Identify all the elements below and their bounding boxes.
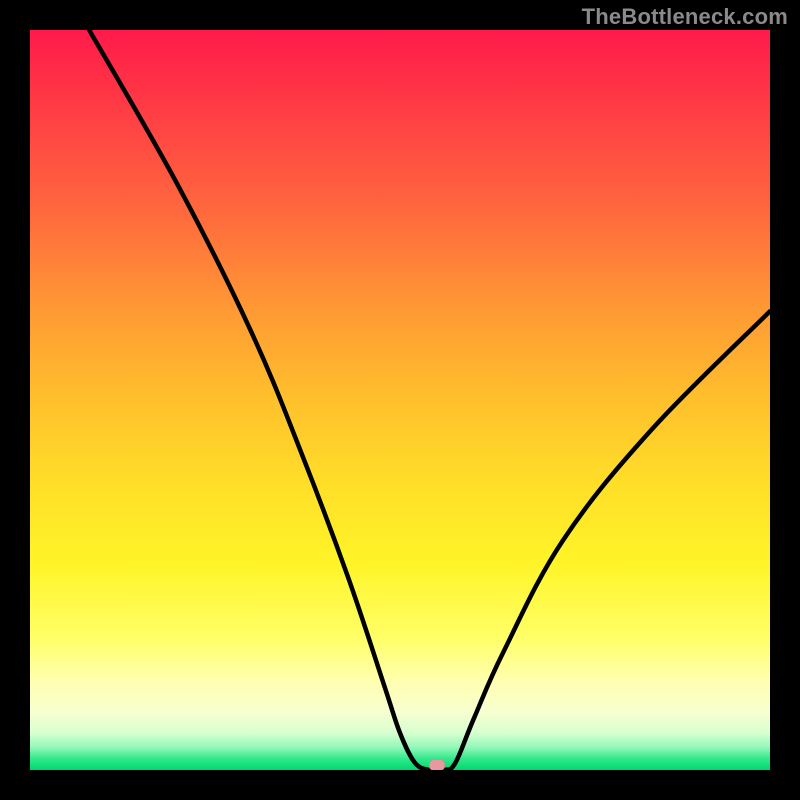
- optimum-marker: [429, 759, 445, 770]
- curve-path: [89, 30, 770, 770]
- watermark-text: TheBottleneck.com: [582, 4, 788, 30]
- chart-frame: TheBottleneck.com: [0, 0, 800, 800]
- plot-area: [30, 30, 770, 770]
- bottleneck-curve: [30, 30, 770, 770]
